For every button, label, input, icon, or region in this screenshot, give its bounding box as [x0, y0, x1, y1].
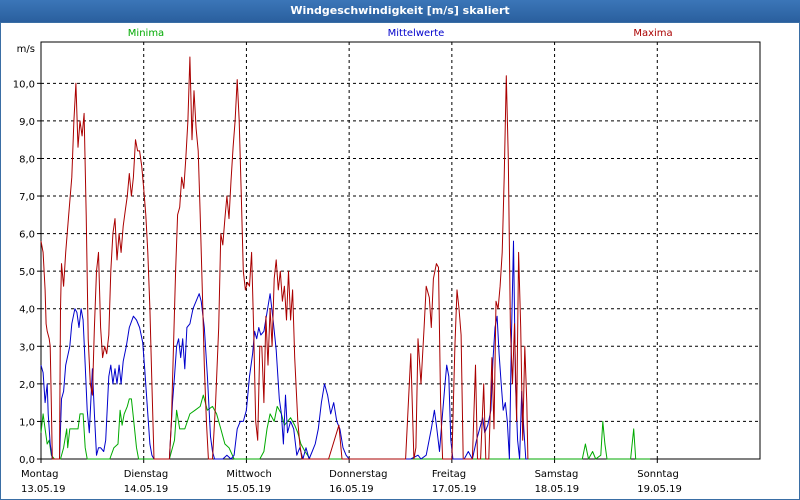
- y-axis-label: m/s: [17, 44, 35, 55]
- x-tick-label-date: 19.05.19: [637, 484, 682, 495]
- plot-area: [40, 41, 761, 460]
- chart-title-bar: Windgeschwindigkeit [m/s] skaliert: [0, 0, 800, 22]
- y-tick-label: 10,0: [13, 79, 35, 90]
- y-tick-label: 9,0: [19, 117, 35, 128]
- x-tick-label-day: Dienstag: [124, 469, 169, 480]
- legend-item: Minima: [128, 28, 164, 39]
- x-tick-label-day: Samstag: [535, 469, 579, 480]
- y-tick-label: 4,0: [19, 305, 35, 316]
- y-tick-label: 6,0: [19, 230, 35, 241]
- wind-speed-chart: 0,0 1,0 2,0 3,0 4,0 5,0 6,0 7,0 8,0 9,0 10,0 m/s Mon…: [13, 28, 761, 495]
- y-tick-label: 0,0: [19, 455, 35, 466]
- chart-frame: 0,0 1,0 2,0 3,0 4,0 5,0 6,0 7,0 8,0 9,0 10,0 m/s Mon…: [0, 22, 800, 500]
- y-tick-label: 8,0: [19, 154, 35, 165]
- series-line-minima: [40, 394, 651, 460]
- y-tick-label: 7,0: [19, 192, 35, 203]
- x-tick-label-day: Montag: [21, 469, 58, 480]
- x-tick-label-day: Freitag: [432, 469, 466, 480]
- y-tick-label: 5,0: [19, 267, 35, 278]
- legend-item: Mittelwerte: [388, 28, 445, 39]
- series-line-maxima: [40, 56, 529, 460]
- y-tick-label: 1,0: [19, 417, 35, 428]
- y-tick-label: 2,0: [19, 380, 35, 391]
- x-tick-label-date: 17.05.19: [432, 484, 477, 495]
- x-tick-label-date: 14.05.19: [124, 484, 169, 495]
- x-tick-label-day: Sonntag: [637, 469, 679, 480]
- legend-item: Maxima: [633, 28, 672, 39]
- x-tick-label-day: Donnerstag: [329, 469, 387, 480]
- x-tick-label-date: 15.05.19: [226, 484, 271, 495]
- y-tick-label: 3,0: [19, 342, 35, 353]
- x-tick-label-date: 16.05.19: [329, 484, 374, 495]
- x-tick-label-date: 18.05.19: [535, 484, 580, 495]
- chart-title: Windgeschwindigkeit [m/s] skaliert: [290, 4, 510, 17]
- x-tick-label-date: 13.05.19: [21, 484, 66, 495]
- x-tick-label-day: Mittwoch: [226, 469, 271, 480]
